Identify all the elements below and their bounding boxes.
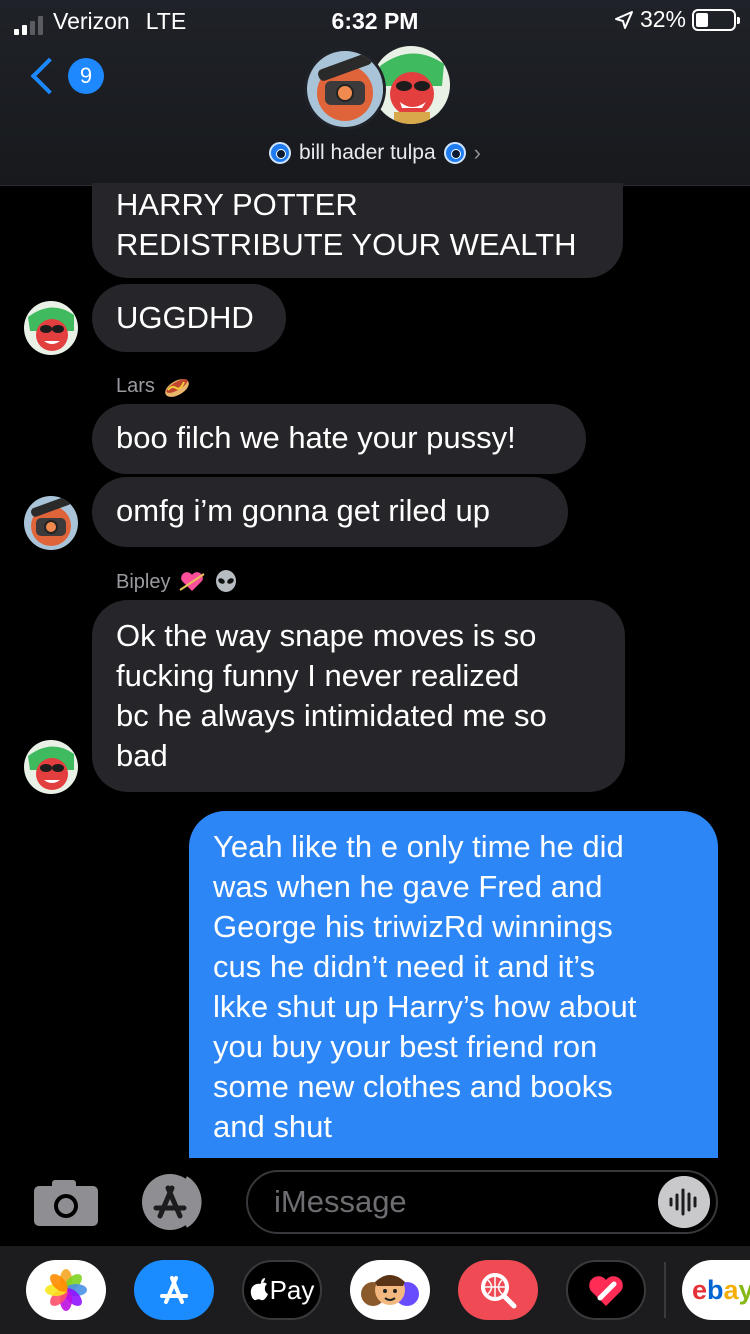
chevron-left-icon (30, 57, 68, 95)
nazar-eye-icon (443, 142, 466, 164)
outgoing-message-bubble[interactable]: Yeah like th e only time he did was when… (189, 811, 718, 1158)
message-input-placeholder: iMessage (274, 1184, 407, 1219)
group-title[interactable]: bill hader tulpa › (0, 140, 750, 166)
message-bubble[interactable]: boo filch we hate your pussy! (92, 404, 586, 474)
group-avatar[interactable] (304, 46, 450, 132)
nazar-eye-icon (269, 142, 292, 164)
message-line: lkke shut up Harry’s how about (213, 989, 637, 1024)
heart-arrow-emoji (179, 572, 206, 591)
apple-pay-icon[interactable]: Pay (242, 1260, 322, 1320)
camera-icon[interactable] (34, 1178, 98, 1226)
sender-label: Lars (116, 374, 155, 397)
sender-name: Bipley (116, 570, 238, 594)
photos-app-icon[interactable] (26, 1260, 106, 1320)
memoji-icon[interactable] (350, 1260, 430, 1320)
message-line: was when he gave Fred and (213, 869, 603, 904)
hotdog-emoji (165, 379, 189, 397)
sender-name: Lars (116, 374, 191, 398)
ebay-icon[interactable]: ebay (682, 1260, 750, 1320)
message-text: UGGDHD (116, 300, 254, 335)
apple-pay-label: Pay (269, 1274, 315, 1305)
status-bar: Verizon LTE 6:32 PM 32% (0, 0, 750, 40)
app-store-icon[interactable] (140, 1172, 210, 1232)
message-line: Ok the way snape moves is so (116, 618, 537, 653)
sender-avatar[interactable] (24, 496, 78, 550)
compose-bar: iMessage (0, 1158, 750, 1246)
sender-avatar[interactable] (24, 301, 78, 355)
digital-touch-icon[interactable] (566, 1260, 646, 1320)
message-line: and shut (213, 1109, 332, 1144)
message-input[interactable]: iMessage (246, 1170, 718, 1234)
message-bubble[interactable]: UGGDHD (92, 284, 286, 352)
message-line: you buy your best friend ron (213, 1029, 598, 1064)
robot-avatar (304, 48, 386, 130)
ebay-label: ebay (692, 1275, 750, 1306)
location-icon (614, 10, 633, 29)
web-search-icon[interactable] (458, 1260, 538, 1320)
audio-message-icon[interactable] (658, 1176, 710, 1228)
group-name-label: bill hader tulpa (299, 141, 436, 164)
message-line: HARRY POTTER (116, 187, 358, 222)
sender-label: Bipley (116, 570, 171, 593)
message-line: Yeah like th e only time he did (213, 829, 624, 864)
message-line: cus he didn’t need it and it’s (213, 949, 596, 984)
message-line: REDISTRIBUTE YOUR WEALTH (116, 227, 577, 262)
alien-emoji (216, 570, 237, 592)
message-bubble[interactable]: HARRY POTTER REDISTRIBUTE YOUR WEALTH (92, 183, 623, 278)
apple-logo-icon (250, 1278, 268, 1301)
message-line: bc he always intimidated me so (116, 698, 547, 733)
battery-icon (692, 8, 740, 31)
chevron-right-icon: › (473, 140, 481, 165)
message-bubble[interactable]: omfg i’m gonna get riled up (92, 477, 568, 547)
message-bubble[interactable]: Ok the way snape moves is so fucking fun… (92, 600, 625, 792)
app-store-app-icon[interactable] (134, 1260, 214, 1320)
message-line: some new clothes and books (213, 1069, 613, 1104)
message-text: boo filch we hate your pussy! (116, 420, 516, 455)
unread-count-badge: 9 (68, 58, 104, 94)
message-line: bad (116, 738, 168, 773)
message-text: omfg i’m gonna get riled up (116, 493, 490, 528)
battery-percent: 32% (639, 6, 686, 32)
status-right: 32% (614, 6, 740, 33)
sender-avatar[interactable] (24, 740, 78, 794)
message-line: fucking funny I never realized (116, 658, 520, 693)
app-drawer: Pay ebay (0, 1246, 750, 1334)
conversation-header: Verizon LTE 6:32 PM 32% 9 bill hader tul… (0, 0, 750, 186)
back-button[interactable]: 9 (26, 57, 104, 95)
message-line: George his triwizRd winnings (213, 909, 613, 944)
drawer-divider (664, 1262, 666, 1318)
